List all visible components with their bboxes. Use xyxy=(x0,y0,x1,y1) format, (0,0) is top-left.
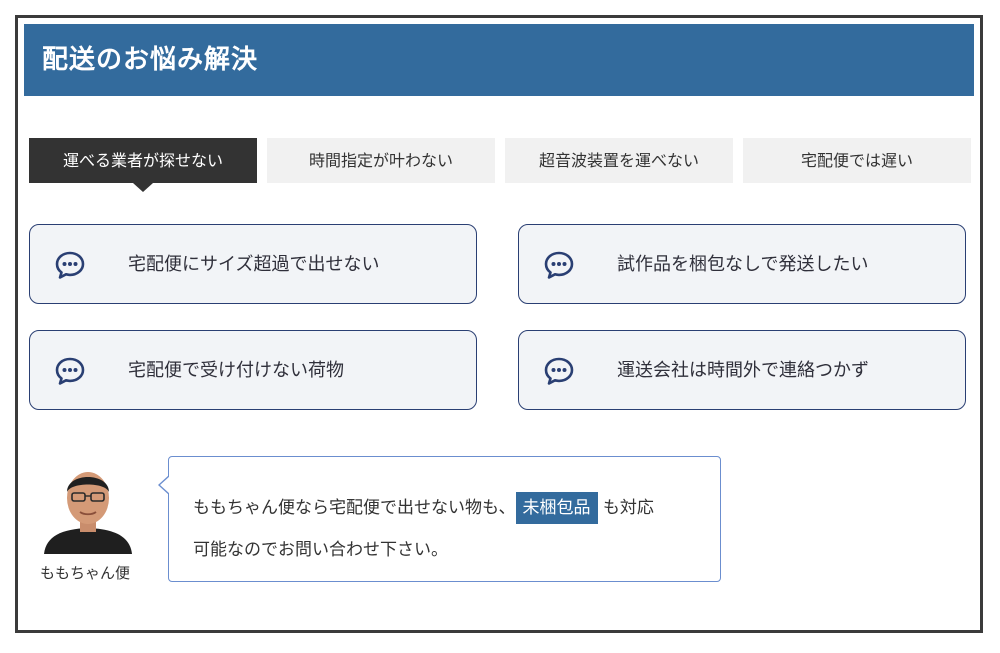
bubble-text-line2: 可能なのでお問い合わせ下さい。 xyxy=(193,540,448,560)
card-label: 宅配便にサイズ超過で出せない xyxy=(128,254,380,275)
problem-card-oversize[interactable]: 宅配便にサイズ超過で出せない xyxy=(29,224,477,304)
problem-card-not-accepted[interactable]: 宅配便で受け付けない荷物 xyxy=(29,330,477,410)
highlight-badge: 未梱包品 xyxy=(515,492,598,524)
portrait-image xyxy=(40,462,136,554)
problem-card-prototype-unpacked[interactable]: 試作品を梱包なしで発送したい xyxy=(518,224,966,304)
chat-bubble-icon xyxy=(55,251,85,279)
bubble-text: ももちゃん便なら宅配便で出せない物も、 未梱包品 も対応 可能なのでお問い合わせ下… xyxy=(193,487,703,571)
speech-bubble: ももちゃん便なら宅配便で出せない物も、 未梱包品 も対応 可能なのでお問い合わせ下… xyxy=(158,456,721,582)
chat-bubble-icon xyxy=(544,251,574,279)
bubble-text-start: ももちゃん便なら宅配便で出せない物も、 xyxy=(193,498,516,518)
speaker-name: ももちゃん便 xyxy=(40,564,131,582)
speaker-avatar xyxy=(40,462,136,554)
chat-bubble-icon xyxy=(55,357,85,385)
chat-bubble-icon xyxy=(544,357,574,385)
card-label: 試作品を梱包なしで発送したい xyxy=(617,254,869,275)
tab-parcel-too-slow[interactable]: 宅配便では遅い xyxy=(743,138,971,183)
tab-cannot-find-carrier[interactable]: 運べる業者が探せない xyxy=(29,138,257,192)
tab-bar: 運べる業者が探せない 時間指定が叶わない 超音波装置を運べない 宅配便では遅い xyxy=(29,138,972,192)
card-label: 宅配便で受け付けない荷物 xyxy=(128,360,344,381)
page-title: 配送のお悩み解決 xyxy=(42,45,259,75)
card-label: 運送会社は時間外で連絡つかず xyxy=(617,360,869,381)
tab-time-specification[interactable]: 時間指定が叶わない xyxy=(267,138,495,183)
section-header: 配送のお悩み解決 xyxy=(24,24,974,96)
content-frame: 配送のお悩み解決 運べる業者が探せない 時間指定が叶わない 超音波装置を運べない… xyxy=(15,15,983,633)
tab-ultrasound-equipment[interactable]: 超音波装置を運べない xyxy=(505,138,733,183)
bubble-text-end: も対応 xyxy=(597,498,654,518)
problem-card-after-hours[interactable]: 運送会社は時間外で連絡つかず xyxy=(518,330,966,410)
